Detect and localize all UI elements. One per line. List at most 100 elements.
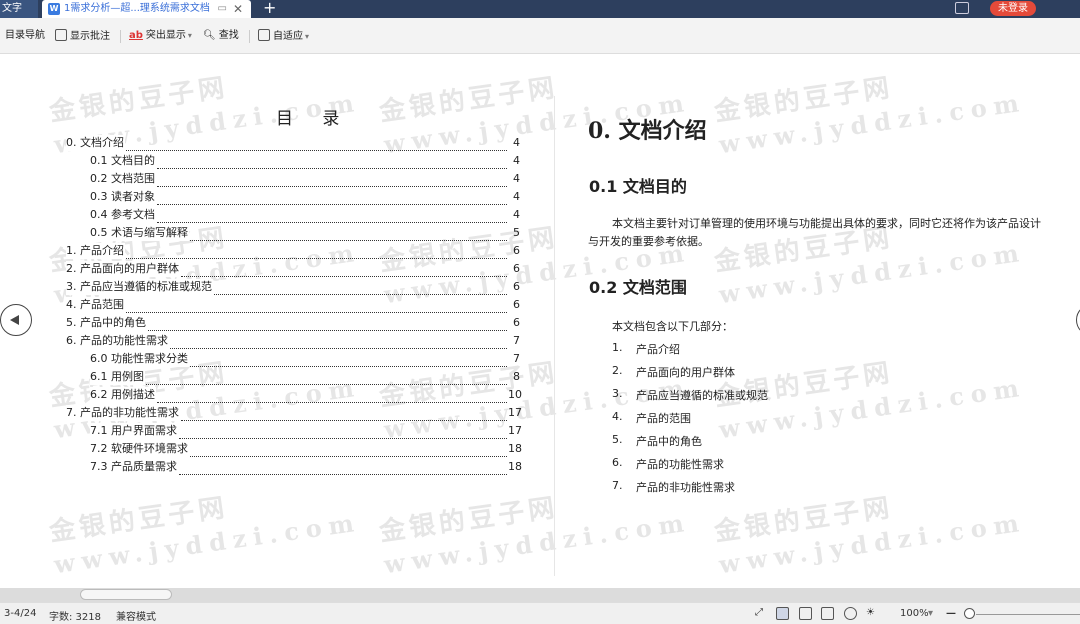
toc-entry-page: 5 [513,226,520,239]
toc-entry[interactable]: 7.1 用户界面需求 17 [66,421,522,439]
list-item: 5. 产品中的角色 [612,433,768,456]
toc-entry-label: 2. 产品面向的用户群体 [66,261,180,277]
toc-leader-dots [170,337,507,349]
toc-leader-dots [148,319,507,331]
toc-leader-dots [146,373,507,385]
toc-leader-dots [157,391,507,403]
login-button[interactable]: 未登录 [990,1,1036,16]
horizontal-scrollbar[interactable] [0,588,1080,602]
toc-entry[interactable]: 3. 产品应当遵循的标准或规范 6 [66,277,520,295]
search-icon: 🔍︎ [203,30,216,41]
find-button[interactable]: 🔍︎ 查找 [203,29,239,43]
list-item-number: 5. [612,433,623,446]
toc-entry-page: 4 [513,154,520,167]
toc-entry[interactable]: 1. 产品介绍 6 [66,241,520,259]
toc-entry[interactable]: 6. 产品的功能性需求 7 [66,331,520,349]
toc-entry[interactable]: 0.3 读者对象 4 [66,187,520,205]
app-tab[interactable]: 文字 [0,0,38,18]
list-item: 7. 产品的非功能性需求 [612,479,768,502]
eye-protect-icon[interactable]: ☀ [866,607,879,620]
toc-entry-label: 4. 产品范围 [66,297,125,313]
toc-entry-label: 1. 产品介绍 [66,243,125,259]
two-page-view-icon[interactable] [776,607,789,620]
list-item: 4. 产品的范围 [612,410,768,433]
page-indicator[interactable]: 3-4/24 [4,608,36,619]
status-bar: 3-4/24 字数: 3218 兼容模式 ⤢ ☀ 100% ▾ — [0,602,1080,624]
toc-entry[interactable]: 6.0 功能性需求分类 7 [66,349,520,367]
toc-entry-page: 6 [513,298,520,311]
highlight-icon: ab [129,30,143,41]
toc-entry[interactable]: 6.1 用例图 8 [66,367,520,385]
toc-entry[interactable]: 0.5 术语与缩写解释 5 [66,223,520,241]
show-comments-label: 显示批注 [70,31,110,42]
highlight-label: 突出显示 [145,30,186,41]
list-item-text: 产品应当遵循的标准或规范 [636,389,768,402]
toc-entry-label: 6.1 用例图 [90,369,145,385]
window-mode-icon[interactable] [955,2,969,14]
toc-leader-dots [181,265,507,277]
new-tab-button[interactable]: + [263,0,276,17]
toc-entry-label: 0.3 读者对象 [90,189,156,205]
toc-entry-label: 0.1 文档目的 [90,153,156,169]
toc-entry[interactable]: 7.2 软硬件环境需求 18 [66,439,522,457]
toc-entry[interactable]: 0.1 文档目的 4 [66,151,520,169]
list-item-number: 2. [612,364,623,377]
reader-toolbar: 目录导航 显示批注 ab 突出显示 ▾ 🔍︎ 查找 自适应 ▾ [0,18,1080,54]
chevron-down-icon: ▾ [187,31,192,40]
toc-entry-page: 6 [513,244,520,257]
toc-entry-page: 8 [513,370,520,383]
fit-button[interactable]: 自适应 ▾ [258,29,309,43]
toc-leader-dots [157,193,507,205]
chevron-down-icon: ▾ [305,32,310,41]
fullscreen-icon[interactable]: ⤢ [755,607,768,620]
toc-title: 目 录 [276,109,352,129]
heading-document-intro: 0. 文档介绍 [588,118,707,144]
previous-page-button[interactable] [0,304,32,336]
toc-nav-button[interactable]: 目录导航 [5,29,45,43]
toc-entry[interactable]: 7. 产品的非功能性需求 17 [66,403,522,421]
scrollbar-thumb[interactable] [80,589,172,600]
toc-entry[interactable]: 4. 产品范围 6 [66,295,520,313]
toc-leader-dots [190,355,507,367]
toc-entry[interactable]: 5. 产品中的角色 6 [66,313,520,331]
toc-entry-label: 3. 产品应当遵循的标准或规范 [66,279,213,295]
toc-entry[interactable]: 6.2 用例描述 10 [66,385,522,403]
toc-entry[interactable]: 2. 产品面向的用户群体 6 [66,259,520,277]
table-of-contents: 0. 文档介绍 4 0.1 文档目的 4 0.2 文档范围 4 0.3 读者对象 4 0.4 参… [66,133,522,475]
scope-list: 1. 产品介绍 2. 产品面向的用户群体 3. 产品应当遵循的标准或规范 4. 产品的范围 5.… [612,341,768,502]
purpose-paragraph: 本文档主要针对订单管理的使用环境与功能提出具体的要求，同时它还将作为该产品设计与… [588,217,1041,248]
toc-leader-dots [126,247,507,259]
list-item-text: 产品中的角色 [636,435,702,448]
toc-entry-label: 6.2 用例描述 [90,387,156,403]
toc-entry-page: 18 [508,442,522,455]
outline-view-icon[interactable] [821,607,834,620]
scope-intro: 本文档包含以下几部分： [612,320,733,333]
toc-entry[interactable]: 7.3 产品质量需求 18 [66,457,522,475]
list-item-text: 产品介绍 [636,343,680,356]
toc-entry-label: 6.0 功能性需求分类 [90,351,189,367]
toc-entry-page: 7 [513,352,520,365]
fit-label: 自适应 [273,31,303,42]
tab-monitor-icon: ▭ [217,3,227,14]
comment-icon [55,29,67,41]
toc-entry[interactable]: 0.4 参考文档 4 [66,205,520,223]
single-page-view-icon[interactable] [799,607,812,620]
web-view-icon[interactable] [844,607,857,620]
toc-entry[interactable]: 0.2 文档范围 4 [66,169,520,187]
zoom-slider-knob[interactable] [964,608,975,619]
list-item-text: 产品的范围 [636,412,691,425]
zoom-slider-track[interactable] [976,614,1080,615]
highlight-button[interactable]: ab 突出显示 ▾ [129,29,192,43]
chevron-down-icon[interactable]: ▾ [928,608,933,619]
toc-entry-label: 5. 产品中的角色 [66,315,147,331]
toc-entry-label: 6. 产品的功能性需求 [66,333,169,349]
zoom-out-icon[interactable]: — [946,608,956,619]
show-comments-button[interactable]: 显示批注 [55,29,110,43]
document-tab[interactable]: W 1需求分析—超...理系统需求文档 ▭ ✕ [42,0,251,18]
close-icon[interactable]: ✕ [233,0,243,18]
toc-entry[interactable]: 0. 文档介绍 4 [66,133,520,151]
toc-entry-label: 7. 产品的非功能性需求 [66,405,180,421]
zoom-level[interactable]: 100% [900,608,929,619]
toc-entry-label: 7.3 产品质量需求 [90,459,178,475]
word-count[interactable]: 字数: 3218 [49,608,101,623]
